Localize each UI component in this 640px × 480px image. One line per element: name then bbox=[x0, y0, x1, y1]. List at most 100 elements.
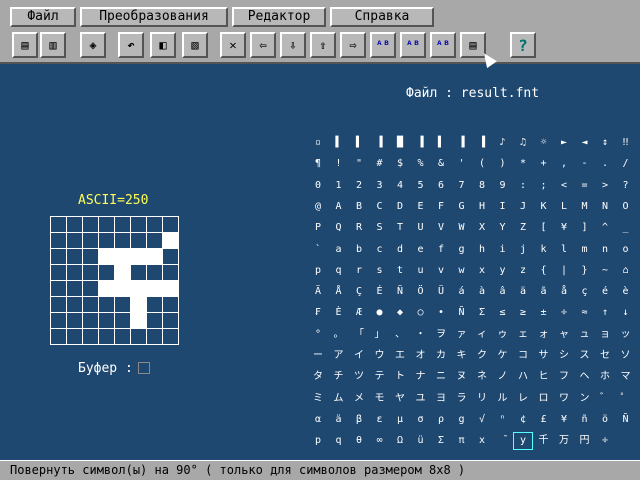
char-cell[interactable]: X bbox=[472, 219, 492, 237]
char-cell[interactable]: ä bbox=[329, 411, 349, 429]
grid-cell[interactable] bbox=[67, 249, 83, 265]
char-cell[interactable]: j bbox=[513, 241, 533, 259]
char-cell[interactable]: W bbox=[452, 219, 472, 237]
char-cell[interactable]: q bbox=[329, 432, 349, 450]
char-cell[interactable]: ▐ bbox=[452, 134, 472, 152]
char-cell[interactable]: ・ bbox=[411, 326, 431, 344]
char-cell[interactable]: ` bbox=[308, 241, 328, 259]
help-button[interactable]: ? bbox=[510, 32, 536, 58]
char-cell[interactable]: レ bbox=[513, 390, 533, 408]
char-cell[interactable]: * bbox=[513, 155, 533, 173]
char-cell[interactable]: ¶ bbox=[308, 155, 328, 173]
char-cell[interactable]: ▐ bbox=[472, 134, 492, 152]
grid-cell[interactable] bbox=[115, 217, 131, 233]
grid-cell[interactable] bbox=[99, 313, 115, 329]
grid-cell[interactable] bbox=[83, 265, 99, 281]
grid-cell[interactable] bbox=[147, 233, 163, 249]
char-cell[interactable]: w bbox=[452, 262, 472, 280]
char-cell[interactable]: â bbox=[493, 283, 513, 301]
char-cell[interactable]: ↓ bbox=[616, 304, 636, 322]
shift-down-button[interactable]: ⇩ bbox=[280, 32, 306, 58]
char-cell[interactable]: 2 bbox=[349, 177, 369, 195]
char-cell[interactable]: マ bbox=[616, 368, 636, 386]
char-cell[interactable]: T bbox=[390, 219, 410, 237]
char-cell[interactable]: Å bbox=[329, 283, 349, 301]
char-cell[interactable]: ¥ bbox=[554, 411, 574, 429]
char-cell[interactable]: Ñ bbox=[452, 304, 472, 322]
char-cell[interactable]: ♪ bbox=[493, 134, 513, 152]
char-cell[interactable]: ( bbox=[472, 155, 492, 173]
char-cell[interactable]: ケ bbox=[493, 347, 513, 365]
char-cell[interactable]: b bbox=[349, 241, 369, 259]
grid-cell[interactable] bbox=[51, 217, 67, 233]
char-cell[interactable]: E bbox=[411, 198, 431, 216]
grid-cell[interactable] bbox=[67, 281, 83, 297]
grid-cell[interactable] bbox=[51, 233, 67, 249]
grid-cell[interactable] bbox=[147, 217, 163, 233]
char-cell[interactable]: ▫ bbox=[308, 134, 328, 152]
char-cell[interactable]: y bbox=[513, 432, 533, 451]
char-cell[interactable]: モ bbox=[370, 390, 390, 408]
grid-cell[interactable] bbox=[83, 281, 99, 297]
char-cell[interactable]: É bbox=[370, 283, 390, 301]
char-cell[interactable]: ィ bbox=[472, 326, 492, 344]
grid-cell[interactable] bbox=[99, 249, 115, 265]
char-cell[interactable]: N bbox=[595, 198, 615, 216]
char-cell[interactable]: ≤ bbox=[493, 304, 513, 322]
grid-cell[interactable] bbox=[163, 217, 179, 233]
char-cell[interactable]: _ bbox=[616, 219, 636, 237]
save-file-button[interactable]: ▥ bbox=[40, 32, 66, 58]
char-cell[interactable]: + bbox=[534, 155, 554, 173]
char-cell[interactable]: ネ bbox=[472, 368, 492, 386]
char-cell[interactable]: x bbox=[472, 432, 492, 450]
char-cell[interactable]: & bbox=[431, 155, 451, 173]
char-cell[interactable]: Æ bbox=[349, 304, 369, 322]
char-cell[interactable]: ▌ bbox=[349, 134, 369, 152]
ab-button-3[interactable]: ᴬᴮ bbox=[430, 32, 456, 58]
char-cell[interactable]: ウ bbox=[370, 347, 390, 365]
char-cell[interactable]: < bbox=[554, 177, 574, 195]
char-cell[interactable]: q bbox=[329, 262, 349, 280]
char-cell[interactable]: / bbox=[616, 155, 636, 173]
char-cell[interactable]: # bbox=[370, 155, 390, 173]
char-cell[interactable]: g bbox=[452, 241, 472, 259]
char-cell[interactable]: 9 bbox=[493, 177, 513, 195]
char-cell[interactable]: ↑ bbox=[595, 304, 615, 322]
char-cell[interactable]: f bbox=[431, 241, 451, 259]
grid-cell[interactable] bbox=[163, 329, 179, 345]
char-cell[interactable]: g bbox=[452, 411, 472, 429]
char-cell[interactable]: ; bbox=[534, 177, 554, 195]
grid-cell[interactable] bbox=[67, 217, 83, 233]
char-cell[interactable]: 7 bbox=[452, 177, 472, 195]
char-cell[interactable]: サ bbox=[534, 347, 554, 365]
char-cell[interactable]: å bbox=[554, 283, 574, 301]
grid-cell[interactable] bbox=[51, 329, 67, 345]
grid-cell[interactable] bbox=[115, 297, 131, 313]
char-cell[interactable]: ö bbox=[595, 411, 615, 429]
grid-cell[interactable] bbox=[115, 249, 131, 265]
grid-cell[interactable] bbox=[163, 313, 179, 329]
char-cell[interactable]: ü bbox=[411, 432, 431, 450]
char-cell[interactable]: β bbox=[349, 411, 369, 429]
char-cell[interactable]: セ bbox=[595, 347, 615, 365]
char-cell[interactable]: Y bbox=[493, 219, 513, 237]
char-cell[interactable]: ~ bbox=[595, 262, 615, 280]
char-cell[interactable]: ヒ bbox=[534, 368, 554, 386]
menu-editor[interactable]: Редактор bbox=[232, 7, 326, 27]
char-cell[interactable]: u bbox=[411, 262, 431, 280]
char-cell[interactable]: P bbox=[308, 219, 328, 237]
copy-button[interactable]: ▧ bbox=[182, 32, 208, 58]
char-cell[interactable]: . bbox=[595, 155, 615, 173]
grid-cell[interactable] bbox=[67, 297, 83, 313]
char-cell[interactable]: ▐ bbox=[370, 134, 390, 152]
char-cell[interactable]: ハ bbox=[513, 368, 533, 386]
char-cell[interactable]: ロ bbox=[534, 390, 554, 408]
char-cell[interactable]: ゥ bbox=[493, 326, 513, 344]
char-cell[interactable]: 4 bbox=[390, 177, 410, 195]
char-cell[interactable]: [ bbox=[534, 219, 554, 237]
char-cell[interactable]: J bbox=[513, 198, 533, 216]
char-cell[interactable]: Z bbox=[513, 219, 533, 237]
char-cell[interactable]: ム bbox=[329, 390, 349, 408]
char-cell[interactable]: ゛ bbox=[595, 390, 615, 408]
char-cell[interactable]: ▌ bbox=[329, 134, 349, 152]
